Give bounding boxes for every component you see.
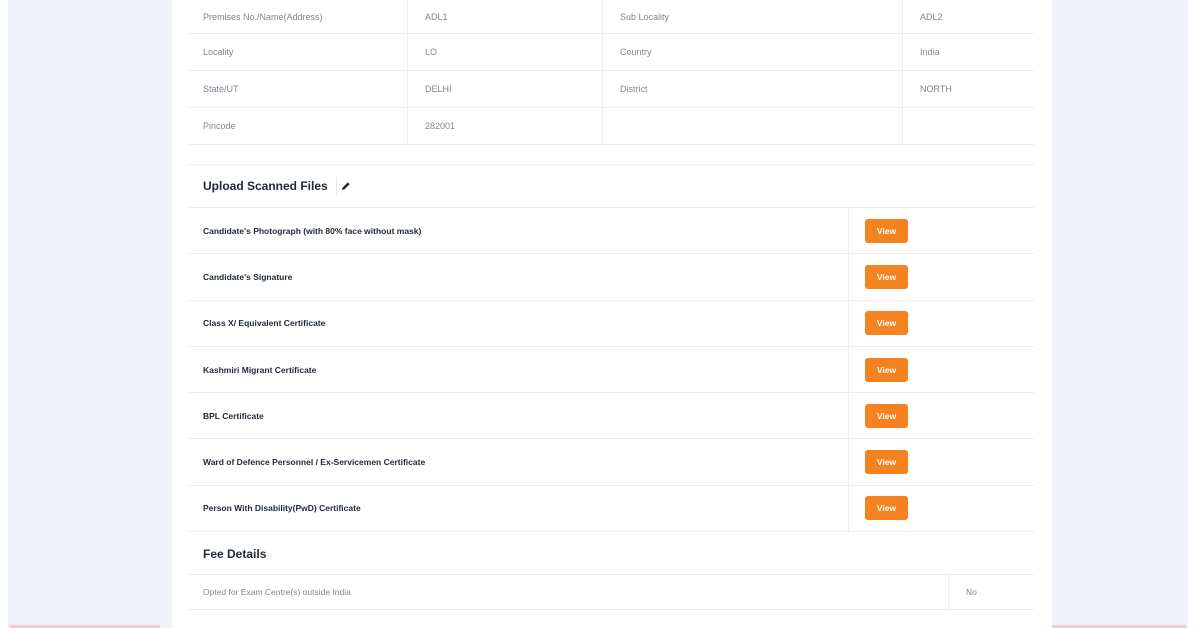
table-row: Locality LO Country India [186,34,1034,71]
left-margin [0,0,8,628]
upload-scanned-files-section: Upload Scanned Files Candidate's Photogr… [186,164,1034,533]
field-value: 282001 [408,108,603,144]
file-label: Class X/ Equivalent Certificate [186,300,849,346]
field-value: ADL2 [920,11,943,22]
field-value: India [920,47,940,57]
section-header: Upload Scanned Files [186,165,1034,208]
field-value: DELHI [408,71,603,107]
table-row: State/UT DELHI District NORTH [186,71,1034,108]
view-button[interactable]: View [865,218,908,243]
view-button[interactable]: View [865,496,908,521]
field-label: Locality [186,34,408,70]
field-value: ADL1 [408,0,603,33]
field-label: Country [603,34,903,70]
field-label: Premises No./Name(Address) [186,0,408,33]
list-item: Kashmiri Migrant Certificate View [186,346,1034,394]
view-button[interactable]: View [865,357,908,382]
field-value: NORTH [920,84,952,94]
list-item: Ward of Defence Personnel / Ex-Serviceme… [186,439,1034,486]
fee-label: Opted for Exam Centre(s) outside India [186,575,949,609]
field-label: Sub Locality [603,0,903,33]
file-label: Kashmiri Migrant Certificate [186,346,849,393]
fee-details-section: Fee Details Opted for Exam Centre(s) out… [186,533,1034,610]
section-header: Fee Details [186,533,1034,575]
field-label [603,108,903,144]
address-table: Premises No./Name(Address) ADL1 Sub Loca… [186,0,1034,145]
edit-button[interactable] [335,177,355,195]
list-item: Candidate's Signature View [186,254,1034,301]
file-label: Candidate's Signature [186,254,849,300]
view-button[interactable]: View [865,264,908,289]
application-preview-panel: Premises No./Name(Address) ADL1 Sub Loca… [172,0,1052,628]
list-item: Candidate's Photograph (with 80% face wi… [186,208,1034,255]
file-label: Person With Disability(PwD) Certificate [186,485,849,532]
fee-value: No [966,587,977,597]
table-row: Pincode 282001 [186,108,1034,145]
section-title: Fee Details [203,546,267,561]
list-item: BPL Certificate View [186,393,1034,440]
field-label: State/UT [186,71,408,107]
list-item: Person With Disability(PwD) Certificate … [186,485,1034,533]
list-item: Class X/ Equivalent Certificate View [186,300,1034,347]
view-button[interactable]: View [865,311,908,336]
field-value: LO [408,34,603,70]
field-label: Pincode [186,108,408,144]
view-button[interactable]: View [865,450,908,475]
file-label: Ward of Defence Personnel / Ex-Serviceme… [186,439,849,485]
table-row: Opted for Exam Centre(s) outside India N… [186,575,1034,610]
table-row: Premises No./Name(Address) ADL1 Sub Loca… [186,0,1034,34]
section-title: Upload Scanned Files [203,179,328,193]
right-margin [1188,0,1196,628]
file-label: Candidate's Photograph (with 80% face wi… [186,208,849,254]
field-label: District [603,71,903,107]
view-button[interactable]: View [865,403,908,428]
file-label: BPL Certificate [186,393,849,439]
field-value [903,108,1034,144]
pencil-icon [341,182,350,190]
